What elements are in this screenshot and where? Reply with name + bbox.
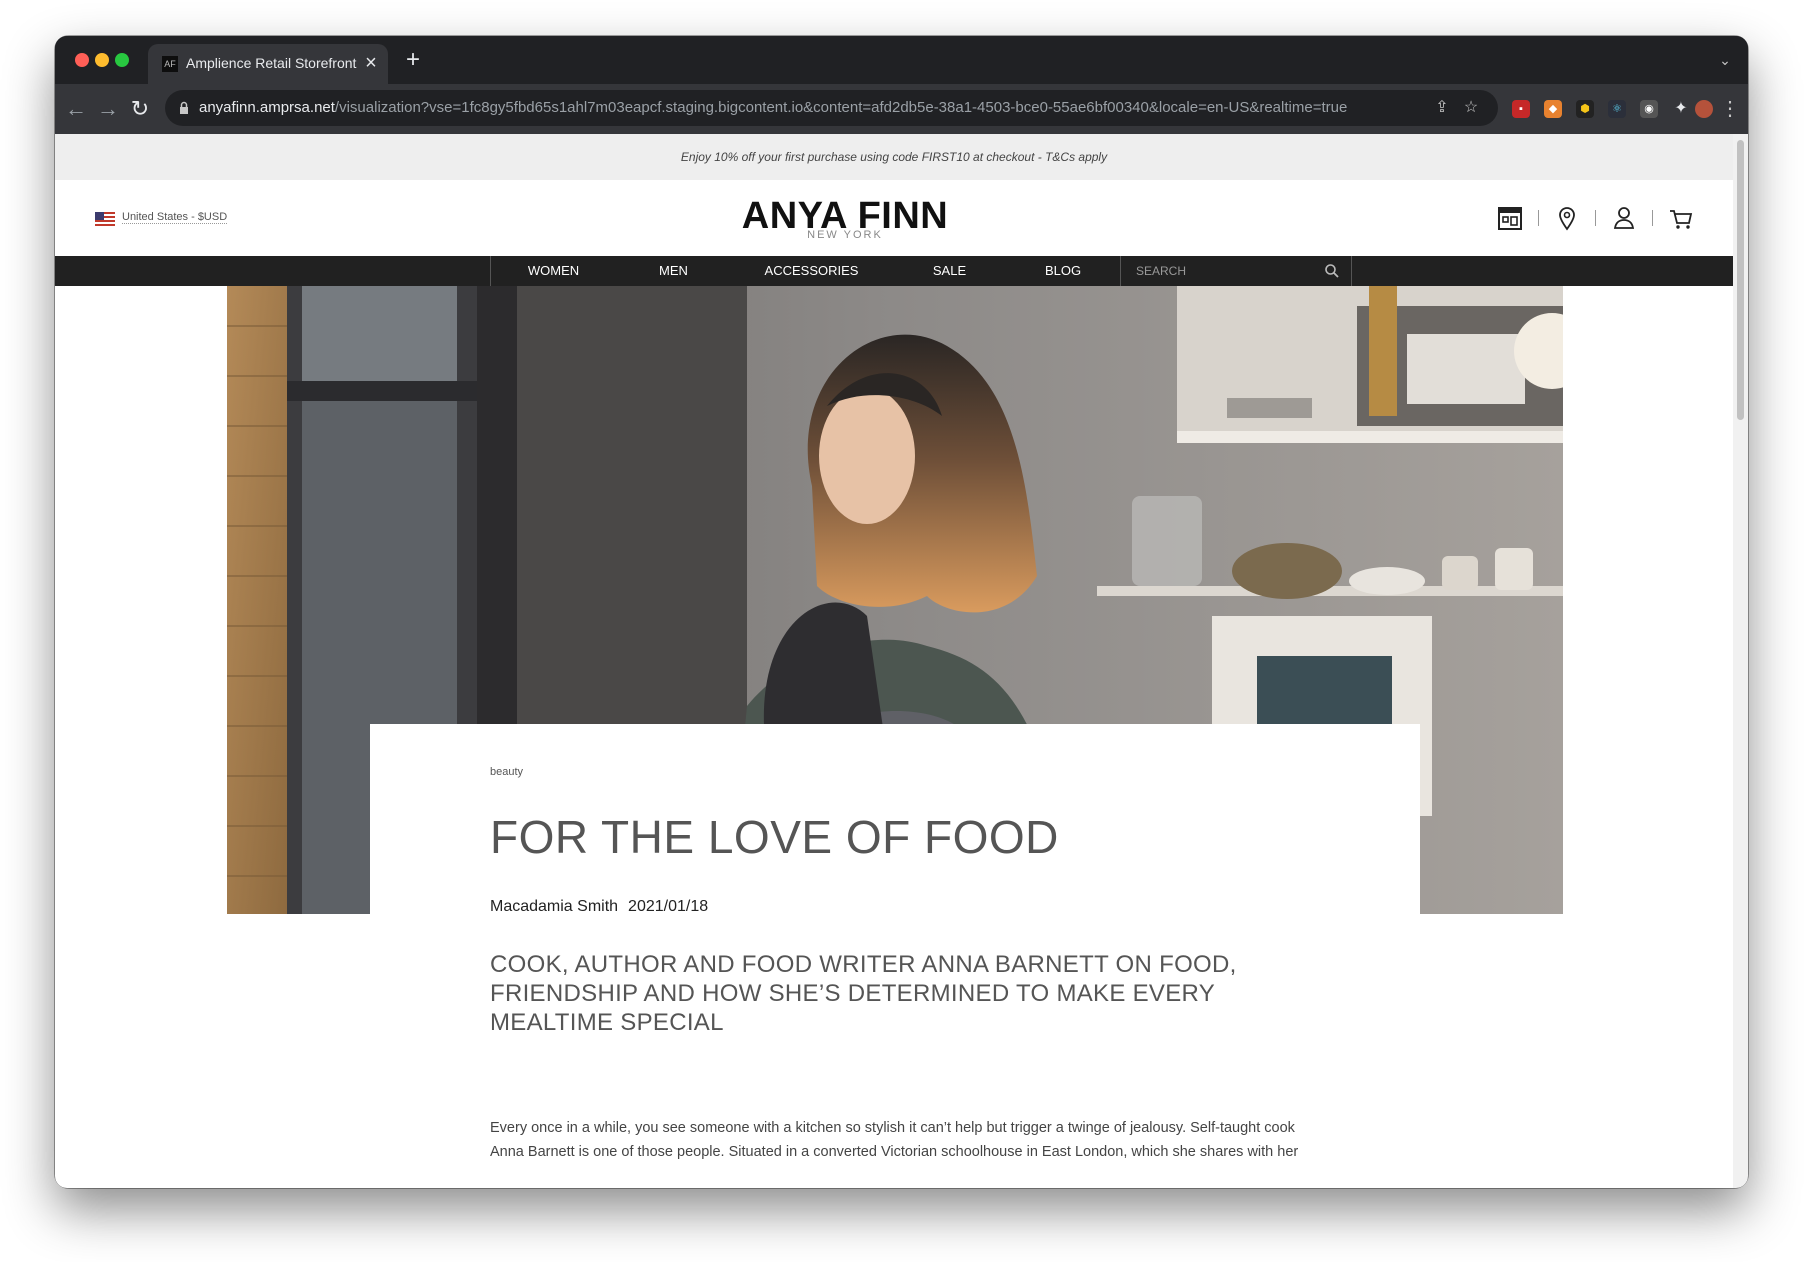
extensions-puzzle-icon[interactable]: ✦ bbox=[1672, 100, 1690, 118]
browser-toolbar: ← → ↻ anyafinn.amprsa.net/visualization?… bbox=[55, 84, 1748, 134]
url-text: anyafinn.amprsa.net/visualization?vse=1f… bbox=[199, 99, 1349, 119]
header-divider bbox=[1538, 210, 1539, 226]
lock-icon bbox=[180, 101, 188, 114]
url-path: /visualization?vse=1fc8gy5fbd65s1ahl7m03… bbox=[334, 99, 1348, 116]
tab-bar: AF Amplience Retail Storefront We × + ⌄ bbox=[55, 36, 1748, 84]
scrollbar-thumb[interactable] bbox=[1737, 140, 1744, 420]
page-viewport: Enjoy 10% off your first purchase using … bbox=[55, 134, 1733, 1188]
nav-divider bbox=[1120, 256, 1121, 286]
nav-item-women[interactable]: WOMEN bbox=[490, 256, 617, 286]
locale-selector[interactable]: United States - $USD bbox=[95, 210, 235, 226]
browser-menu-icon[interactable]: ⋮ bbox=[1720, 97, 1740, 121]
zoom-window-button[interactable] bbox=[115, 53, 129, 67]
profile-avatar[interactable] bbox=[1695, 100, 1713, 118]
page-scrollbar[interactable] bbox=[1733, 134, 1748, 1188]
store-icon[interactable] bbox=[1496, 204, 1524, 232]
star-icon[interactable]: ☆ bbox=[1462, 99, 1480, 117]
article-date: 2021/01/18 bbox=[628, 898, 709, 915]
article-byline: Macadamia Smith 2021/01/18 bbox=[490, 898, 718, 916]
nav-item-blog[interactable]: BLOG bbox=[1006, 256, 1120, 286]
location-pin-icon[interactable] bbox=[1553, 204, 1581, 232]
article-paragraph: Every once in a while, you see someone w… bbox=[490, 1120, 1299, 1160]
header-divider bbox=[1652, 210, 1653, 226]
chevron-down-icon[interactable]: ⌄ bbox=[1715, 50, 1735, 70]
header-divider bbox=[1595, 210, 1596, 226]
forward-arrow-icon[interactable]: → bbox=[95, 96, 121, 122]
browser-window: AF Amplience Retail Storefront We × + ⌄ … bbox=[55, 36, 1748, 1188]
cart-icon[interactable] bbox=[1667, 204, 1695, 232]
back-arrow-icon[interactable]: ← bbox=[63, 96, 89, 122]
logo-subtitle: NEW YORK bbox=[807, 229, 883, 241]
metamask-icon[interactable]: ◆ bbox=[1544, 100, 1562, 118]
url-host: anyafinn.amprsa.net bbox=[199, 99, 335, 116]
tab-close-icon[interactable]: × bbox=[361, 52, 381, 74]
search-input[interactable]: SEARCH bbox=[1136, 256, 1286, 286]
user-icon[interactable] bbox=[1610, 204, 1638, 232]
main-nav: WOMEN MEN ACCESSORIES SALE BLOG SEARCH bbox=[55, 256, 1733, 286]
article-author: Macadamia Smith bbox=[490, 898, 619, 915]
camera-icon[interactable]: ◉ bbox=[1640, 100, 1658, 118]
article-title: FOR THE LOVE OF FOOD bbox=[490, 811, 1059, 863]
us-flag-icon bbox=[95, 212, 115, 226]
promo-banner: Enjoy 10% off your first purchase using … bbox=[55, 134, 1733, 180]
site-header: United States - $USD ANYA FINN NEW YORK bbox=[55, 180, 1733, 256]
browser-tab[interactable]: AF Amplience Retail Storefront We × bbox=[148, 44, 388, 84]
react-devtools-icon[interactable]: ⚛ bbox=[1608, 100, 1626, 118]
article-subtitle: COOK, AUTHOR AND FOOD WRITER ANNA BARNET… bbox=[490, 951, 1237, 1036]
extension-red-icon[interactable]: ▪ bbox=[1512, 100, 1530, 118]
nav-item-sale[interactable]: SALE bbox=[893, 256, 1006, 286]
search-icon[interactable] bbox=[1324, 263, 1340, 279]
nav-item-men[interactable]: MEN bbox=[617, 256, 730, 286]
extension-hex-icon[interactable]: ⬢ bbox=[1576, 100, 1594, 118]
nav-item-accessories[interactable]: ACCESSORIES bbox=[730, 256, 893, 286]
reload-icon[interactable]: ↻ bbox=[127, 96, 153, 122]
locale-label: United States - $USD bbox=[122, 211, 228, 224]
minimize-window-button[interactable] bbox=[95, 53, 109, 67]
address-bar[interactable]: anyafinn.amprsa.net/visualization?vse=1f… bbox=[165, 90, 1498, 126]
favicon-icon: AF bbox=[162, 56, 178, 72]
article-category-tag[interactable]: beauty bbox=[490, 766, 523, 778]
new-tab-icon[interactable]: + bbox=[400, 46, 426, 74]
share-icon[interactable]: ⇪ bbox=[1433, 99, 1451, 117]
close-window-button[interactable] bbox=[75, 53, 89, 67]
site-logo[interactable]: ANYA FINN NEW YORK bbox=[685, 194, 1005, 242]
nav-divider bbox=[1351, 256, 1352, 286]
nav-items: WOMEN MEN ACCESSORIES SALE BLOG SEARCH bbox=[490, 256, 1352, 286]
tab-title: Amplience Retail Storefront We bbox=[186, 55, 360, 71]
article-body: beauty FOR THE LOVE OF FOOD Macadamia Sm… bbox=[490, 724, 1305, 1188]
